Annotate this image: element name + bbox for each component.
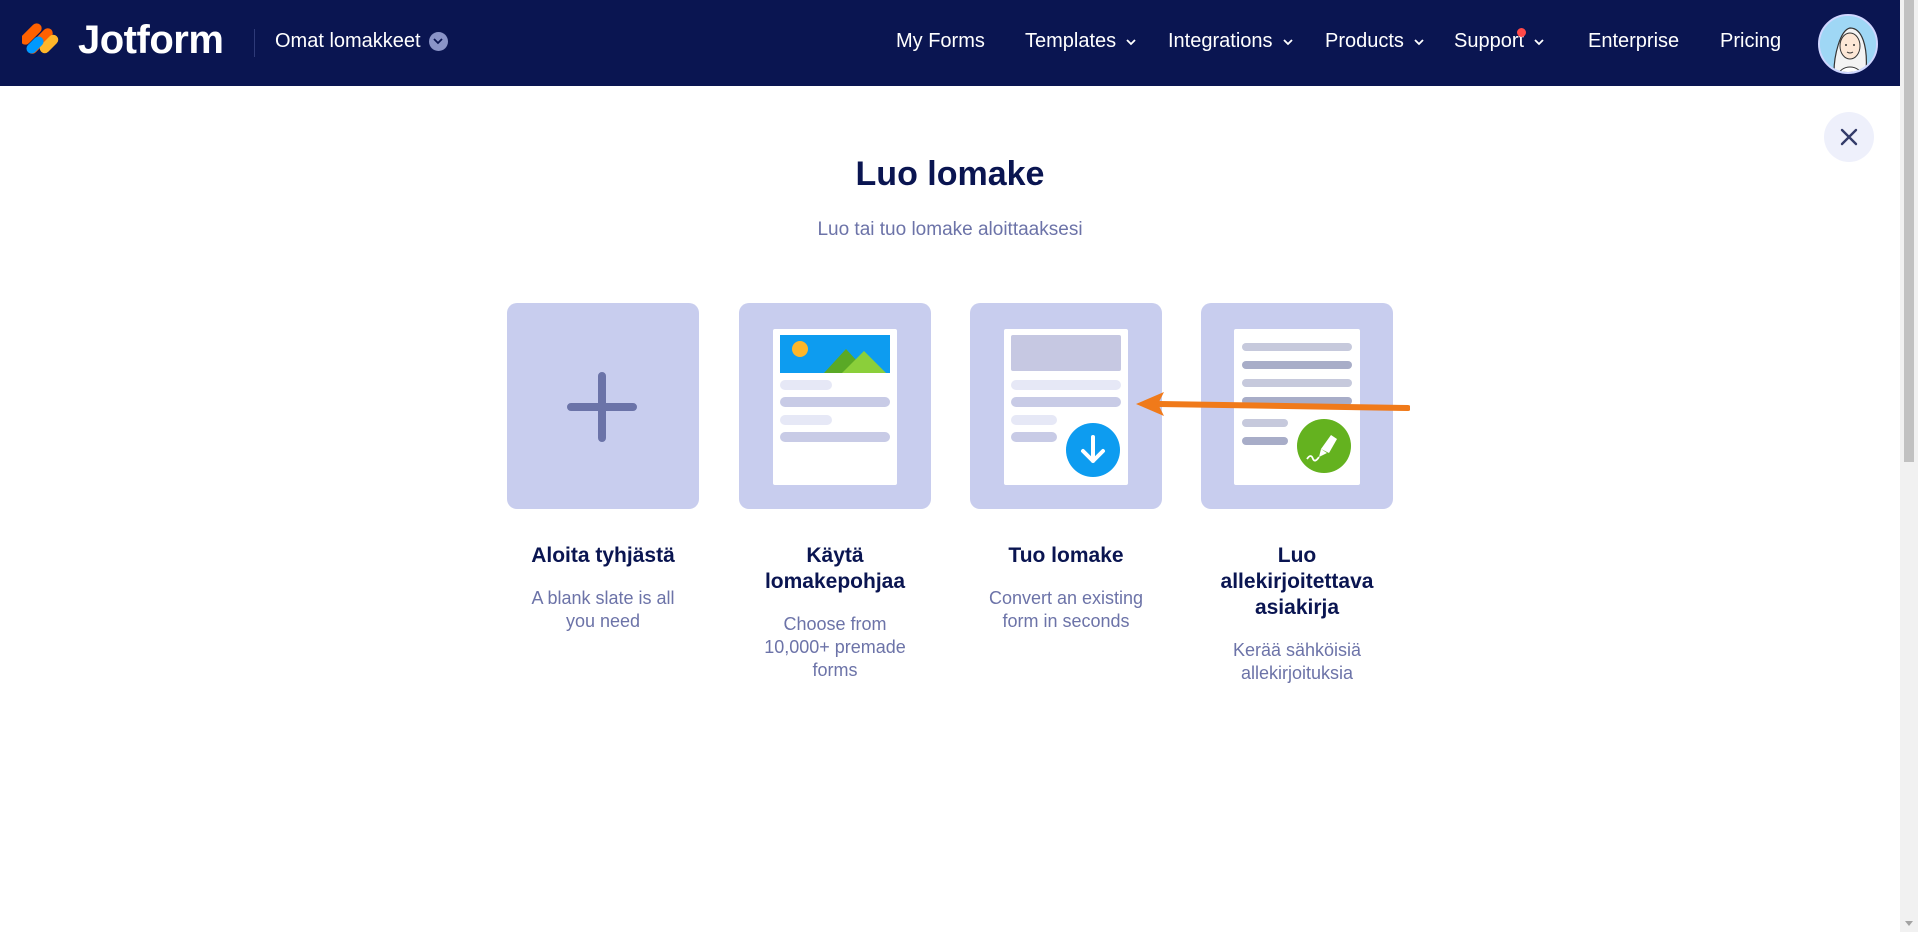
card-title: Käytä lomakepohjaa	[764, 544, 906, 593]
document-line	[1242, 361, 1352, 369]
card-description: Choose from 10,000+ premade forms	[764, 614, 906, 680]
nav-support-label: Support	[1454, 30, 1525, 52]
close-icon	[1840, 128, 1858, 146]
nav-my-forms-label: My Forms	[896, 30, 985, 52]
jotform-logo-icon	[22, 22, 59, 61]
form-field-bar	[780, 397, 890, 407]
header-divider	[254, 29, 255, 57]
nav-support[interactable]: Support	[1454, 28, 1544, 53]
chevron-down-icon	[428, 32, 448, 51]
document-line	[1242, 437, 1288, 445]
form-field-bar	[1011, 432, 1057, 442]
card-description: Kerää sähköisiä allekirjoituksia	[1232, 640, 1362, 683]
jotform-logo[interactable]: Jotform	[22, 18, 224, 63]
scroll-down-arrow-icon[interactable]	[1905, 921, 1913, 926]
card-title: Luo allekirjoitettava asiakirja	[1220, 544, 1374, 619]
start-from-scratch-card[interactable]: Aloita tyhjästä A blank slate is all you…	[507, 303, 699, 633]
nav-enterprise-label: Enterprise	[1588, 30, 1680, 52]
nav-products-label: Products	[1325, 30, 1404, 52]
form-field-bar	[1011, 380, 1121, 390]
form-preview	[1004, 329, 1128, 485]
avatar[interactable]	[1818, 14, 1878, 74]
create-sign-document-card[interactable]: Luo allekirjoitettava asiakirja Kerää sä…	[1201, 303, 1393, 685]
chevron-down-icon	[1414, 38, 1424, 45]
workspace-selector[interactable]: Omat lomakkeet	[275, 30, 448, 53]
form-field-bar	[1011, 415, 1057, 425]
nav-templates[interactable]: Templates	[1025, 30, 1136, 53]
form-header-block	[1011, 335, 1121, 371]
nav-pricing-label: Pricing	[1720, 30, 1782, 52]
form-field-bar	[780, 380, 832, 390]
image-icon	[780, 335, 890, 373]
card-tile[interactable]	[739, 303, 931, 509]
card-title: Aloita tyhjästä	[531, 544, 675, 567]
use-template-card[interactable]: Käytä lomakepohjaa Choose from 10,000+ p…	[739, 303, 931, 682]
chevron-down-icon	[1126, 38, 1136, 45]
form-field-bar	[780, 415, 832, 425]
nav-enterprise[interactable]: Enterprise	[1588, 30, 1679, 53]
scroll-thumb[interactable]	[1904, 0, 1914, 462]
card-description: A blank slate is all you need	[531, 588, 675, 631]
form-preview	[773, 329, 897, 485]
card-tile[interactable]	[507, 303, 699, 509]
card-title: Tuo lomake	[1008, 544, 1124, 567]
notification-dot	[1517, 28, 1527, 37]
download-icon	[1066, 423, 1120, 477]
document-line	[1242, 379, 1352, 387]
import-form-card[interactable]: Tuo lomake Convert an existing form in s…	[970, 303, 1162, 633]
top-navigation-bar: Jotform Omat lomakkeet My Forms Template…	[0, 0, 1900, 86]
chevron-down-icon	[1282, 38, 1293, 45]
page-title: Luo lomake	[855, 155, 1045, 193]
plus-icon	[567, 372, 637, 442]
nav-integrations[interactable]: Integrations	[1168, 30, 1293, 53]
nav-pricing[interactable]: Pricing	[1720, 30, 1781, 53]
chevron-down-icon	[1534, 38, 1544, 45]
card-description: Convert an existing form in seconds	[988, 588, 1144, 631]
vertical-scrollbar[interactable]	[1900, 0, 1918, 932]
document-line	[1242, 343, 1352, 351]
workspace-label: Omat lomakkeet	[275, 30, 421, 52]
nav-my-forms[interactable]: My Forms	[896, 30, 985, 53]
user-avatar-icon	[1820, 16, 1876, 72]
nav-templates-label: Templates	[1025, 30, 1117, 52]
annotation-arrow	[1136, 392, 1410, 416]
nav-integrations-label: Integrations	[1168, 30, 1273, 52]
page-subtitle: Luo tai tuo lomake aloittaaksesi	[817, 219, 1083, 240]
form-field-bar	[780, 432, 890, 442]
logo-text: Jotform	[78, 18, 224, 62]
nav-products[interactable]: Products	[1325, 30, 1424, 53]
form-field-bar	[1011, 397, 1121, 407]
